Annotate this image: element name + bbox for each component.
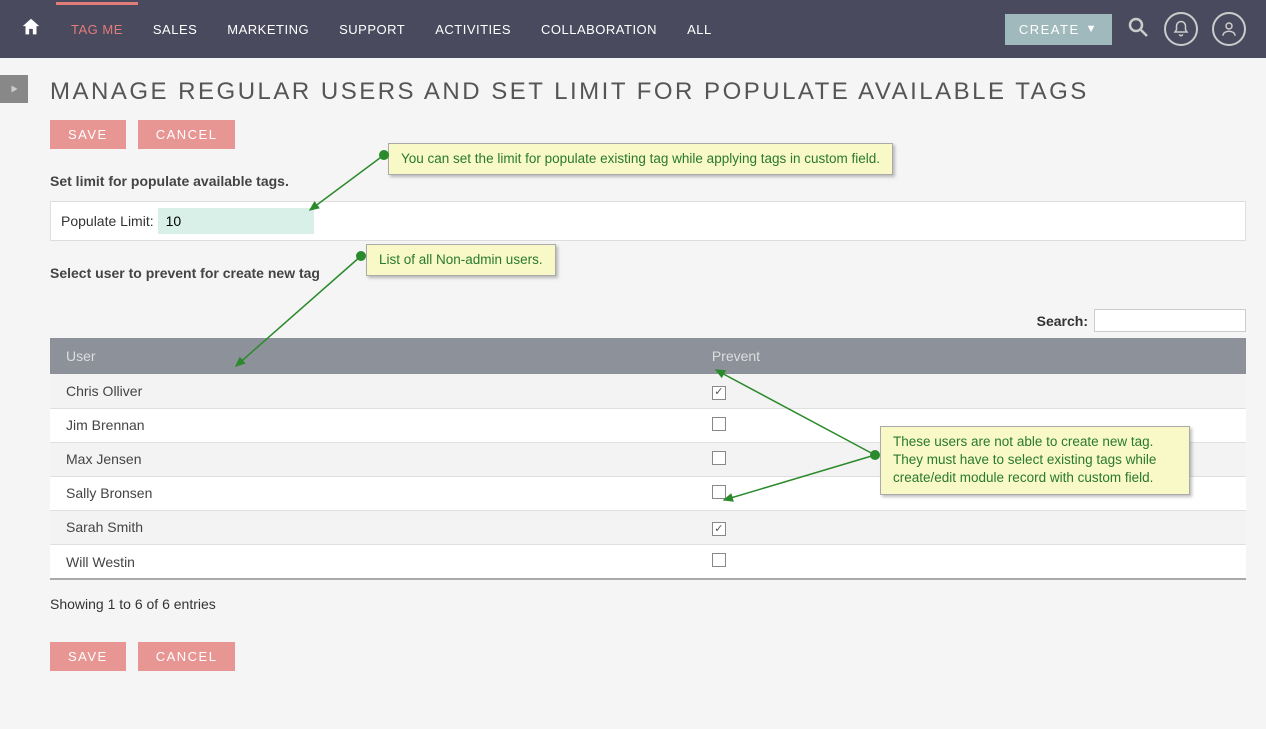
button-row-bottom: SAVE CANCEL — [50, 642, 1246, 671]
user-name-cell: Will Westin — [50, 545, 696, 580]
nav-item-marketing[interactable]: MARKETING — [212, 2, 324, 57]
prevent-checkbox[interactable] — [712, 522, 726, 536]
limit-row: Populate Limit: — [50, 201, 1246, 241]
expand-panel-button[interactable] — [0, 75, 28, 103]
user-name-cell: Sarah Smith — [50, 510, 696, 545]
user-name-cell: Jim Brennan — [50, 408, 696, 442]
top-right: CREATE ▼ — [1005, 0, 1246, 58]
table-row: Will Westin — [50, 545, 1246, 580]
prevent-cell — [696, 545, 1246, 580]
prevent-cell — [696, 374, 1246, 408]
prevent-checkbox[interactable] — [712, 485, 726, 499]
prevent-checkbox[interactable] — [712, 417, 726, 431]
limit-input[interactable] — [158, 208, 314, 234]
cancel-button-bottom[interactable]: CANCEL — [138, 642, 236, 671]
user-name-cell: Max Jensen — [50, 442, 696, 476]
section-users-label: Select user to prevent for create new ta… — [50, 265, 1246, 281]
prevent-cell — [696, 510, 1246, 545]
create-label: CREATE — [1019, 22, 1080, 37]
nav-item-activities[interactable]: ACTIVITIES — [420, 2, 526, 57]
prevent-checkbox[interactable] — [712, 451, 726, 465]
nav-item-tag-me[interactable]: TAG ME — [56, 2, 138, 57]
user-name-cell: Sally Bronsen — [50, 476, 696, 510]
create-button[interactable]: CREATE ▼ — [1005, 14, 1112, 45]
home-icon[interactable] — [20, 16, 42, 43]
top-nav: TAG MESALESMARKETINGSUPPORTACTIVITIESCOL… — [56, 2, 727, 57]
user-name-cell: Chris Olliver — [50, 374, 696, 408]
table-row: Chris Olliver — [50, 374, 1246, 408]
entries-text: Showing 1 to 6 of 6 entries — [50, 596, 1246, 612]
save-button[interactable]: SAVE — [50, 120, 126, 149]
annotation-limit: You can set the limit for populate exist… — [388, 143, 893, 175]
nav-item-support[interactable]: SUPPORT — [324, 2, 420, 57]
cancel-button[interactable]: CANCEL — [138, 120, 236, 149]
notification-icon[interactable] — [1164, 12, 1198, 46]
annotation-prevent: These users are not able to create new t… — [880, 426, 1190, 495]
save-button-bottom[interactable]: SAVE — [50, 642, 126, 671]
section-limit-label: Set limit for populate available tags. — [50, 173, 1246, 189]
annotation-users: List of all Non-admin users. — [366, 244, 556, 276]
annotation-dot — [870, 450, 880, 460]
search-label: Search: — [1037, 313, 1088, 329]
topbar: TAG MESALESMARKETINGSUPPORTACTIVITIESCOL… — [0, 0, 1266, 58]
limit-label: Populate Limit: — [61, 213, 154, 229]
col-user-header[interactable]: User — [50, 338, 696, 374]
col-prevent-header[interactable]: Prevent — [696, 338, 1246, 374]
caret-down-icon: ▼ — [1086, 23, 1098, 35]
annotation-dot — [356, 251, 366, 261]
table-row: Sarah Smith — [50, 510, 1246, 545]
prevent-checkbox[interactable] — [712, 553, 726, 567]
prevent-checkbox[interactable] — [712, 386, 726, 400]
nav-item-all[interactable]: ALL — [672, 2, 727, 57]
nav-item-collaboration[interactable]: COLLABORATION — [526, 2, 672, 57]
search-input[interactable] — [1094, 309, 1246, 332]
search-row: Search: — [50, 309, 1246, 332]
user-icon[interactable] — [1212, 12, 1246, 46]
search-icon[interactable] — [1126, 15, 1150, 44]
page-title: MANAGE REGULAR USERS AND SET LIMIT FOR P… — [50, 78, 1246, 106]
annotation-dot — [379, 150, 389, 160]
nav-item-sales[interactable]: SALES — [138, 2, 212, 57]
